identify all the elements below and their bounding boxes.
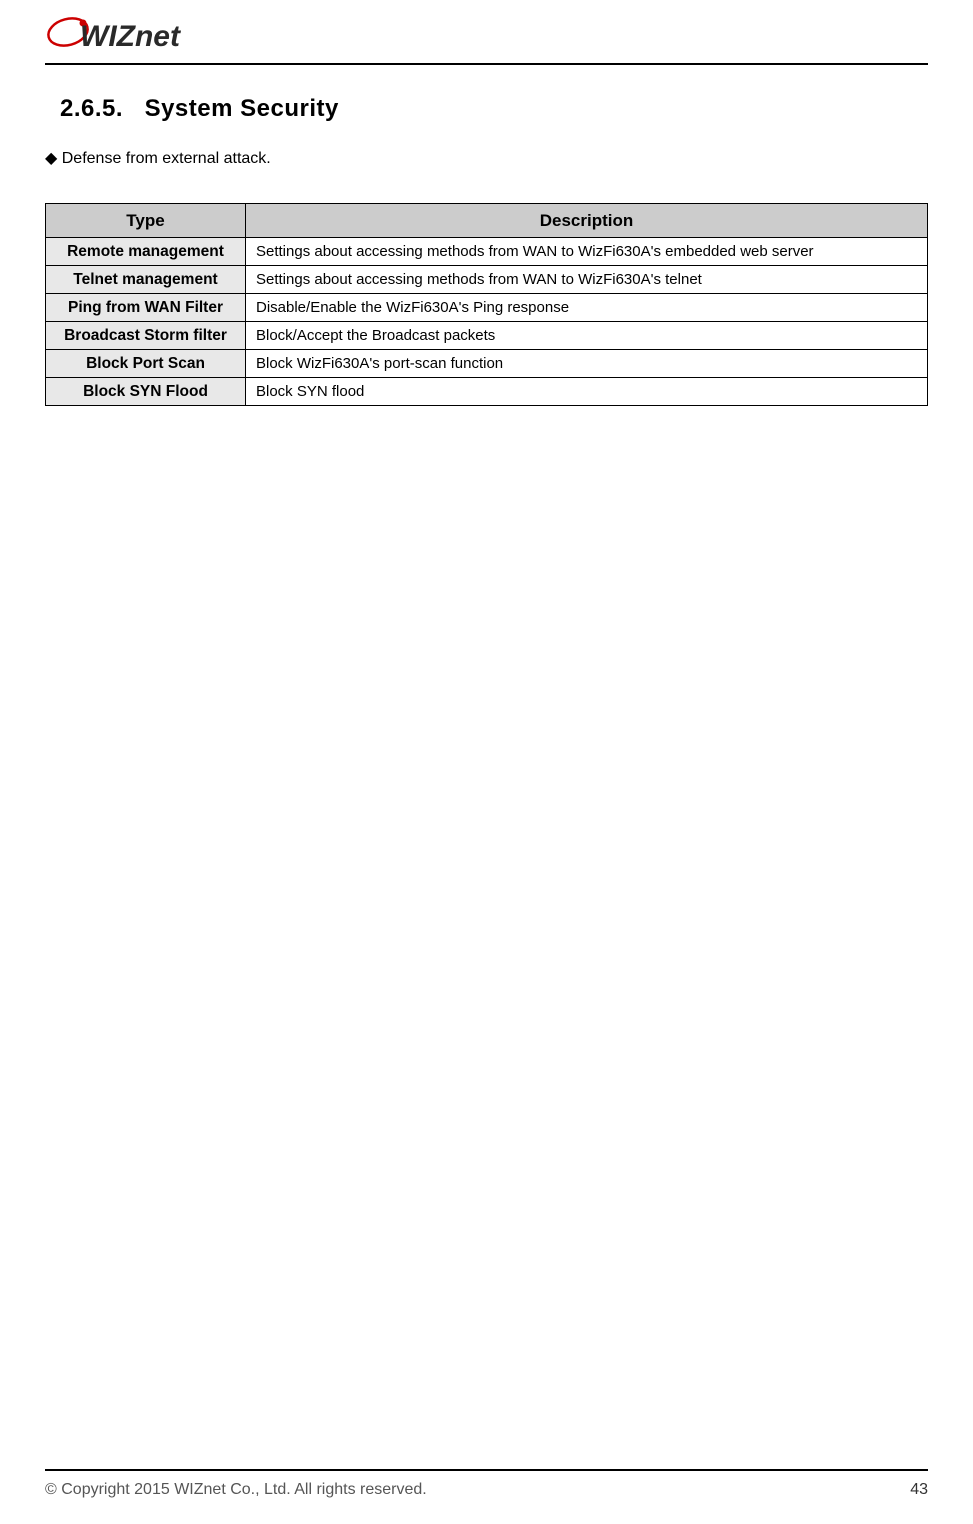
copyright-text: © Copyright 2015 WIZnet Co., Ltd. All ri… bbox=[45, 1481, 427, 1499]
cell-desc: Block/Accept the Broadcast packets bbox=[246, 322, 928, 350]
table-header-row: Type Description bbox=[46, 204, 928, 238]
table-row: Ping from WAN Filter Disable/Enable the … bbox=[46, 294, 928, 322]
cell-type: Block Port Scan bbox=[46, 350, 246, 378]
cell-desc: Settings about accessing methods from WA… bbox=[246, 266, 928, 294]
table-row: Block SYN Flood Block SYN flood bbox=[46, 378, 928, 406]
cell-desc: Block SYN flood bbox=[246, 378, 928, 406]
cell-desc: Disable/Enable the WizFi630A's Ping resp… bbox=[246, 294, 928, 322]
cell-type: Ping from WAN Filter bbox=[46, 294, 246, 322]
table-row: Block Port Scan Block WizFi630A's port-s… bbox=[46, 350, 928, 378]
svg-text:WIZnet: WIZnet bbox=[80, 20, 182, 53]
table-row: Telnet management Settings about accessi… bbox=[46, 266, 928, 294]
security-table: Type Description Remote management Setti… bbox=[45, 203, 928, 406]
cell-type: Telnet management bbox=[46, 266, 246, 294]
cell-type: Broadcast Storm filter bbox=[46, 322, 246, 350]
section-number: 2.6.5. bbox=[60, 95, 123, 122]
table-row: Broadcast Storm filter Block/Accept the … bbox=[46, 322, 928, 350]
table-row: Remote management Settings about accessi… bbox=[46, 238, 928, 266]
page-content: 2.6.5. System Security ◆ Defense from ex… bbox=[45, 65, 928, 1469]
page-header: WIZnet bbox=[45, 0, 928, 65]
section-title-text: System Security bbox=[145, 95, 339, 122]
header-type: Type bbox=[46, 204, 246, 238]
section-heading: 2.6.5. System Security bbox=[60, 95, 928, 123]
cell-desc: Settings about accessing methods from WA… bbox=[246, 238, 928, 266]
bullet-line: ◆ Defense from external attack. bbox=[45, 148, 928, 168]
cell-desc: Block WizFi630A's port-scan function bbox=[246, 350, 928, 378]
logo: WIZnet bbox=[45, 10, 928, 55]
page-number: 43 bbox=[910, 1481, 928, 1499]
page-footer: © Copyright 2015 WIZnet Co., Ltd. All ri… bbox=[45, 1469, 928, 1524]
cell-type: Block SYN Flood bbox=[46, 378, 246, 406]
wiznet-logo-icon: WIZnet bbox=[45, 10, 190, 55]
header-description: Description bbox=[246, 204, 928, 238]
cell-type: Remote management bbox=[46, 238, 246, 266]
